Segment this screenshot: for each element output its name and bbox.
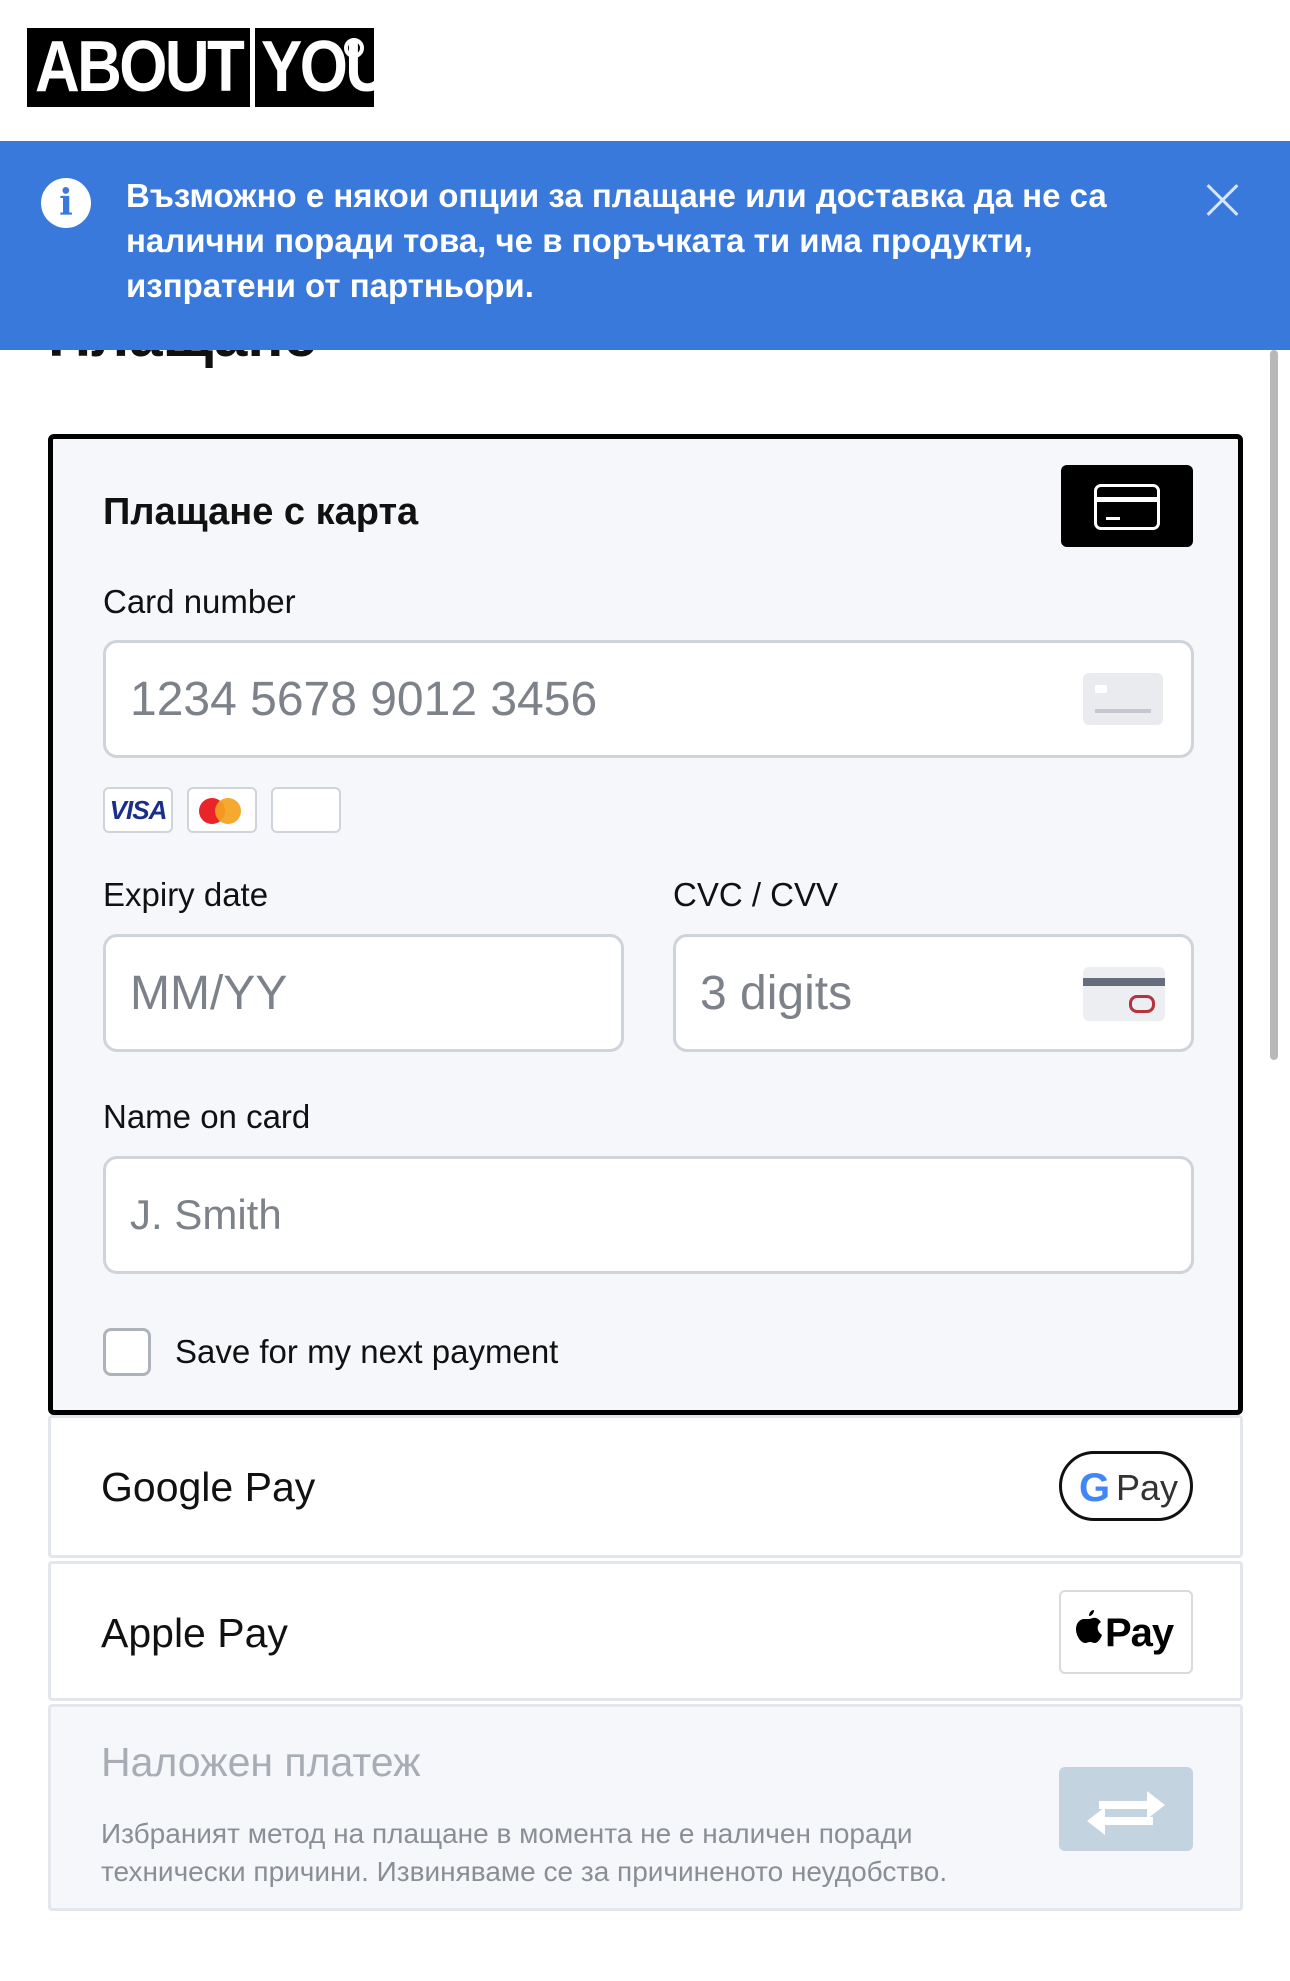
scrollbar[interactable]	[1270, 350, 1278, 1060]
cvc-field[interactable]	[673, 934, 1194, 1052]
cvc-label: CVC / CVV	[673, 876, 839, 913]
logo-left-text: ABOUT	[35, 27, 245, 107]
logo-right-text: YOU	[260, 27, 390, 107]
info-icon: i	[41, 178, 91, 228]
expiry-label: Expiry date	[103, 876, 269, 913]
card-number-field[interactable]	[103, 640, 1194, 758]
about-you-logo[interactable]: ABOUT YOU	[27, 27, 390, 107]
card-payment-title: Плащане с карта	[103, 491, 419, 533]
credit-card-icon	[1061, 465, 1193, 547]
close-icon[interactable]	[1205, 182, 1241, 218]
mastercard-icon	[187, 787, 257, 833]
cvc-card-icon	[1083, 967, 1165, 1021]
maestro-icon	[271, 787, 341, 833]
header: ABOUT YOU	[0, 0, 1290, 141]
option-cash-on-delivery: Наложен платеж Избраният метод на плащан…	[48, 1704, 1243, 1911]
expiry-input[interactable]	[130, 937, 542, 1049]
card-payment-panel[interactable]: Плащане с карта Card number VISA Expiry …	[48, 434, 1243, 1415]
option-google-pay[interactable]: Google Pay G Pay	[48, 1415, 1243, 1558]
cvc-input[interactable]	[700, 937, 1009, 1049]
save-checkbox[interactable]	[103, 1328, 151, 1376]
apple-pay-icon: Pay	[1059, 1590, 1193, 1674]
name-field[interactable]	[103, 1156, 1194, 1274]
google-pay-badge-text: Pay	[1116, 1467, 1179, 1508]
generic-card-icon	[1083, 673, 1163, 725]
logo-ring-icon	[344, 38, 365, 58]
apple-pay-badge-text: Pay	[1105, 1611, 1174, 1655]
expiry-field[interactable]	[103, 934, 624, 1052]
google-pay-icon: G Pay	[1059, 1451, 1193, 1521]
transfer-arrows-icon	[1059, 1767, 1193, 1851]
card-number-label: Card number	[103, 583, 296, 620]
apple-logo-icon	[1076, 1610, 1102, 1643]
google-g-letter: G	[1079, 1466, 1111, 1510]
cod-unavailable-message: Избраният метод на плащане в момента не …	[101, 1818, 948, 1887]
option-apple-pay[interactable]: Apple Pay Pay	[48, 1561, 1243, 1701]
google-pay-title: Google Pay	[101, 1464, 316, 1510]
logo-divider	[249, 28, 255, 107]
cod-title: Наложен платеж	[101, 1739, 421, 1785]
info-banner: i Възможно е някои опции за плащане или …	[0, 141, 1290, 350]
apple-pay-title: Apple Pay	[101, 1610, 288, 1656]
visa-icon: VISA	[103, 787, 173, 833]
name-label: Name on card	[103, 1098, 311, 1135]
save-checkbox-label[interactable]: Save for my next payment	[175, 1331, 558, 1373]
banner-message: Възможно е някои опции за плащане или до…	[126, 177, 1107, 304]
card-number-input[interactable]	[130, 643, 998, 755]
name-input[interactable]	[130, 1159, 998, 1271]
